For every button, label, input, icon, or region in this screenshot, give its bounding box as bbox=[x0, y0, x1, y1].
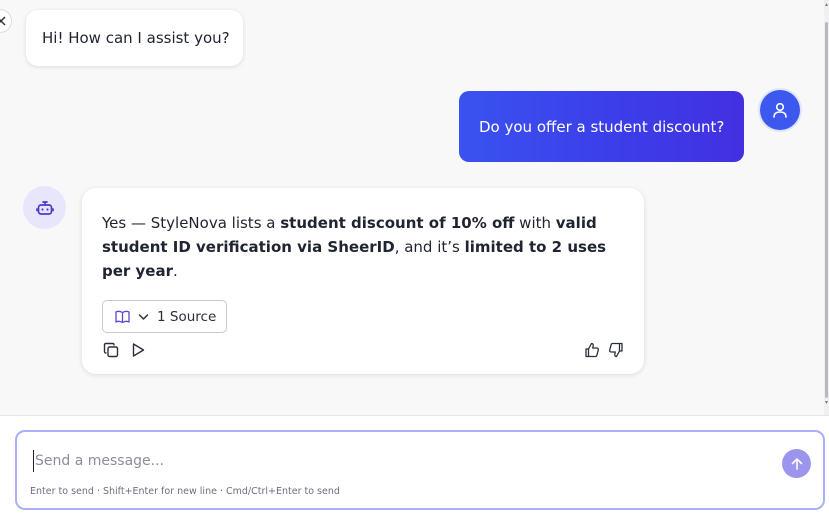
message-composer: Enter to send · Shift+Enter for new line… bbox=[15, 430, 825, 510]
scroll-up-arrow[interactable]: ▴ bbox=[824, 2, 829, 8]
keyboard-hint: Enter to send · Shift+Enter for new line… bbox=[30, 486, 340, 497]
user-message: Do you offer a student discount? bbox=[459, 91, 744, 162]
answer-text-part: , and it’s bbox=[394, 238, 465, 256]
play-icon bbox=[132, 343, 145, 357]
book-icon bbox=[115, 310, 130, 323]
thumbs-down-button[interactable] bbox=[607, 341, 625, 359]
bot-avatar bbox=[23, 186, 66, 229]
copy-icon bbox=[103, 342, 119, 358]
bot-answer-message: Yes — StyleNova lists a student discount… bbox=[82, 188, 644, 374]
thumbs-up-button[interactable] bbox=[583, 341, 601, 359]
user-icon bbox=[773, 102, 787, 118]
thumbs-down-icon bbox=[608, 342, 623, 358]
message-input[interactable] bbox=[33, 450, 733, 472]
bot-icon bbox=[35, 200, 54, 215]
read-aloud-button[interactable] bbox=[129, 341, 147, 359]
answer-text-bold: student discount of 10% off bbox=[280, 214, 515, 232]
bot-greeting-message: Hi! How can I assist you? bbox=[26, 10, 243, 66]
sources-toggle-button[interactable]: 1 Source bbox=[102, 300, 227, 333]
user-avatar bbox=[760, 90, 800, 130]
arrow-up-icon bbox=[791, 457, 802, 470]
scrollbar-thumb[interactable] bbox=[825, 22, 828, 398]
answer-text-part: . bbox=[173, 262, 178, 280]
user-message-text: Do you offer a student discount? bbox=[479, 117, 725, 136]
close-button[interactable] bbox=[0, 9, 12, 33]
greeting-text: Hi! How can I assist you? bbox=[42, 29, 230, 47]
thumbs-up-icon bbox=[585, 342, 600, 358]
scrollbar[interactable]: ▴ ▾ bbox=[824, 0, 829, 415]
scroll-down-arrow[interactable]: ▾ bbox=[824, 400, 829, 406]
answer-text: Yes — StyleNova lists a student discount… bbox=[102, 211, 622, 283]
chat-area: ▴ ▾ Hi! How can I assist you? Do you off… bbox=[0, 0, 829, 416]
send-button[interactable] bbox=[782, 449, 811, 478]
answer-text-part: with bbox=[514, 214, 556, 232]
close-icon bbox=[0, 16, 6, 26]
answer-text-part: Yes — StyleNova lists a bbox=[102, 214, 281, 232]
sources-label: 1 Source bbox=[157, 308, 217, 325]
copy-button[interactable] bbox=[102, 341, 120, 359]
chevron-down-icon bbox=[138, 313, 149, 320]
